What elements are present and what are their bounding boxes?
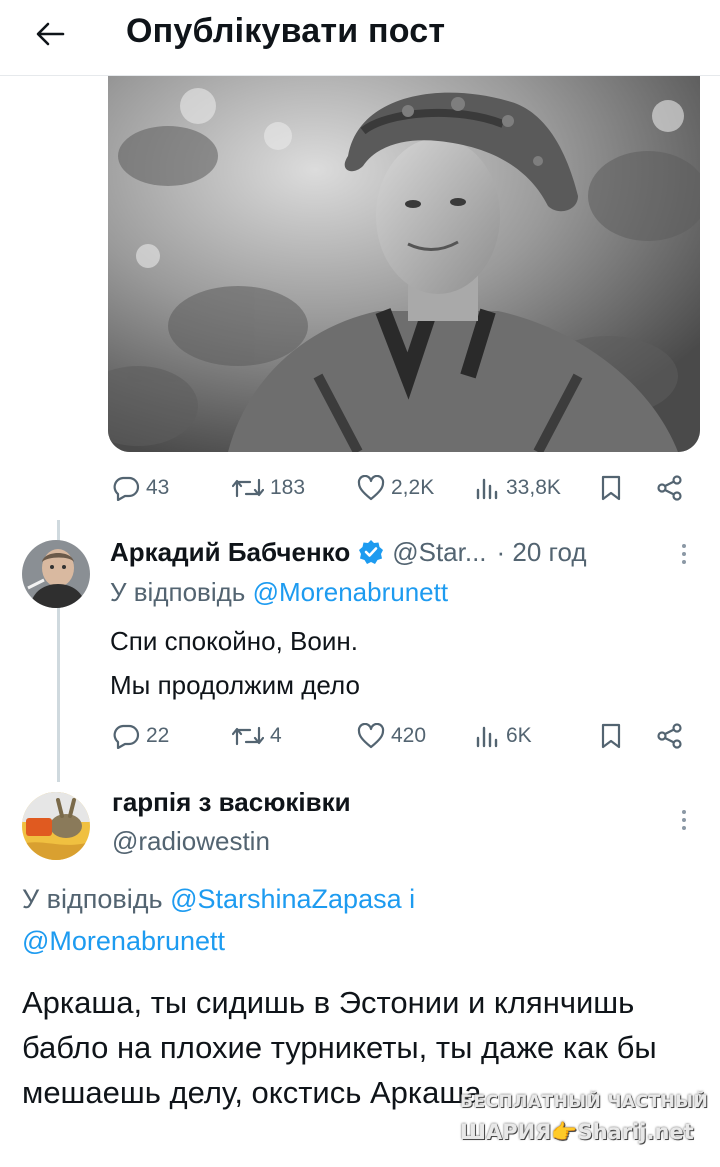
repost-button[interactable]: 183 xyxy=(232,468,305,508)
share-button[interactable] xyxy=(656,716,684,756)
dot xyxy=(682,544,686,548)
views-count: 6K xyxy=(506,724,532,747)
post-action-bar: 43 183 2,2K 33,8K xyxy=(112,468,698,508)
reply-bubble-icon xyxy=(113,724,140,749)
reply-bubble-icon xyxy=(113,476,140,501)
mention-link[interactable]: @Morenabrunett xyxy=(253,577,449,607)
repost-icon xyxy=(232,726,264,746)
reply-to-conjunction: і xyxy=(409,884,416,914)
watermark: БЕСПЛАТНЫЙ ЧАСТНЫЙ ШАРИЯ👉Sharij.net xyxy=(460,1092,710,1158)
reply-button[interactable]: 43 xyxy=(112,468,169,508)
share-icon xyxy=(657,475,682,501)
dot xyxy=(682,826,686,830)
author-handle[interactable]: @Star... xyxy=(392,537,486,568)
reply-text-line: Мы продолжим дело xyxy=(110,670,360,700)
bar-chart-icon xyxy=(476,478,498,500)
reply-text: Спи спокойно, Воин. Мы продолжим дело xyxy=(110,619,670,707)
watermark-line: БЕСПЛАТНЫЙ ЧАСТНЫЙ xyxy=(460,1092,709,1112)
bar-chart-icon xyxy=(476,726,498,748)
avatar[interactable] xyxy=(22,540,90,608)
author-handle[interactable]: @radiowestin xyxy=(112,826,270,857)
more-options-button[interactable] xyxy=(672,536,696,572)
top-bar: Опублікувати пост xyxy=(0,0,720,76)
timestamp[interactable]: · 20 год xyxy=(497,537,587,568)
reply-header: Аркадий Бабченко @Star... · 20 год xyxy=(110,532,587,572)
more-options-button[interactable] xyxy=(672,802,696,838)
mention-link[interactable]: @StarshinaZapasa xyxy=(170,884,402,914)
repost-button[interactable]: 4 xyxy=(232,716,282,756)
views-count: 33,8K xyxy=(506,476,561,499)
like-button[interactable]: 420 xyxy=(357,716,426,756)
heart-icon xyxy=(357,723,385,749)
reply-action-bar: 22 4 420 6K xyxy=(112,716,698,756)
dot xyxy=(682,818,686,822)
repost-count: 4 xyxy=(270,724,282,747)
author-name[interactable]: гарпія з васюківки xyxy=(112,787,351,818)
views-button[interactable]: 6K xyxy=(474,716,532,756)
reply-count: 22 xyxy=(146,724,170,747)
reply-to-line: У відповідь @Morenabrunett xyxy=(110,577,448,608)
share-button[interactable] xyxy=(656,468,684,508)
author-name[interactable]: Аркадий Бабченко xyxy=(110,537,350,568)
page-title: Опублікувати пост xyxy=(126,12,446,50)
arrow-left-icon xyxy=(36,22,65,46)
mention-link[interactable]: @Morenabrunett xyxy=(22,926,225,956)
repost-count: 183 xyxy=(270,476,306,499)
reply-text-line: Спи спокойно, Воин. xyxy=(110,626,358,656)
like-button[interactable]: 2,2K xyxy=(357,468,434,508)
like-count: 2,2K xyxy=(391,476,435,499)
dot xyxy=(682,552,686,556)
share-icon xyxy=(657,723,682,749)
verified-badge-icon xyxy=(358,539,384,565)
reply-to-line: У відповідь @StarshinaZapasa і @Morenabr… xyxy=(22,878,582,962)
reply-count: 43 xyxy=(146,476,170,499)
post-photo[interactable] xyxy=(108,76,700,452)
heart-icon xyxy=(357,475,385,501)
like-count: 420 xyxy=(391,724,427,747)
reply-to-prefix: У відповідь xyxy=(110,577,246,607)
bookmark-button[interactable] xyxy=(600,468,622,508)
watermark-line: ШАРИЯ👉Sharij.net xyxy=(460,1120,694,1144)
back-button[interactable] xyxy=(30,14,70,54)
bookmark-icon xyxy=(601,723,621,749)
avatar[interactable] xyxy=(22,792,90,860)
reply-to-prefix: У відповідь xyxy=(22,884,163,914)
reply-button[interactable]: 22 xyxy=(112,716,169,756)
bookmark-icon xyxy=(601,475,621,501)
dot xyxy=(682,810,686,814)
repost-icon xyxy=(232,478,264,498)
dot xyxy=(682,560,686,564)
views-button[interactable]: 33,8K xyxy=(474,468,561,508)
bookmark-button[interactable] xyxy=(600,716,622,756)
